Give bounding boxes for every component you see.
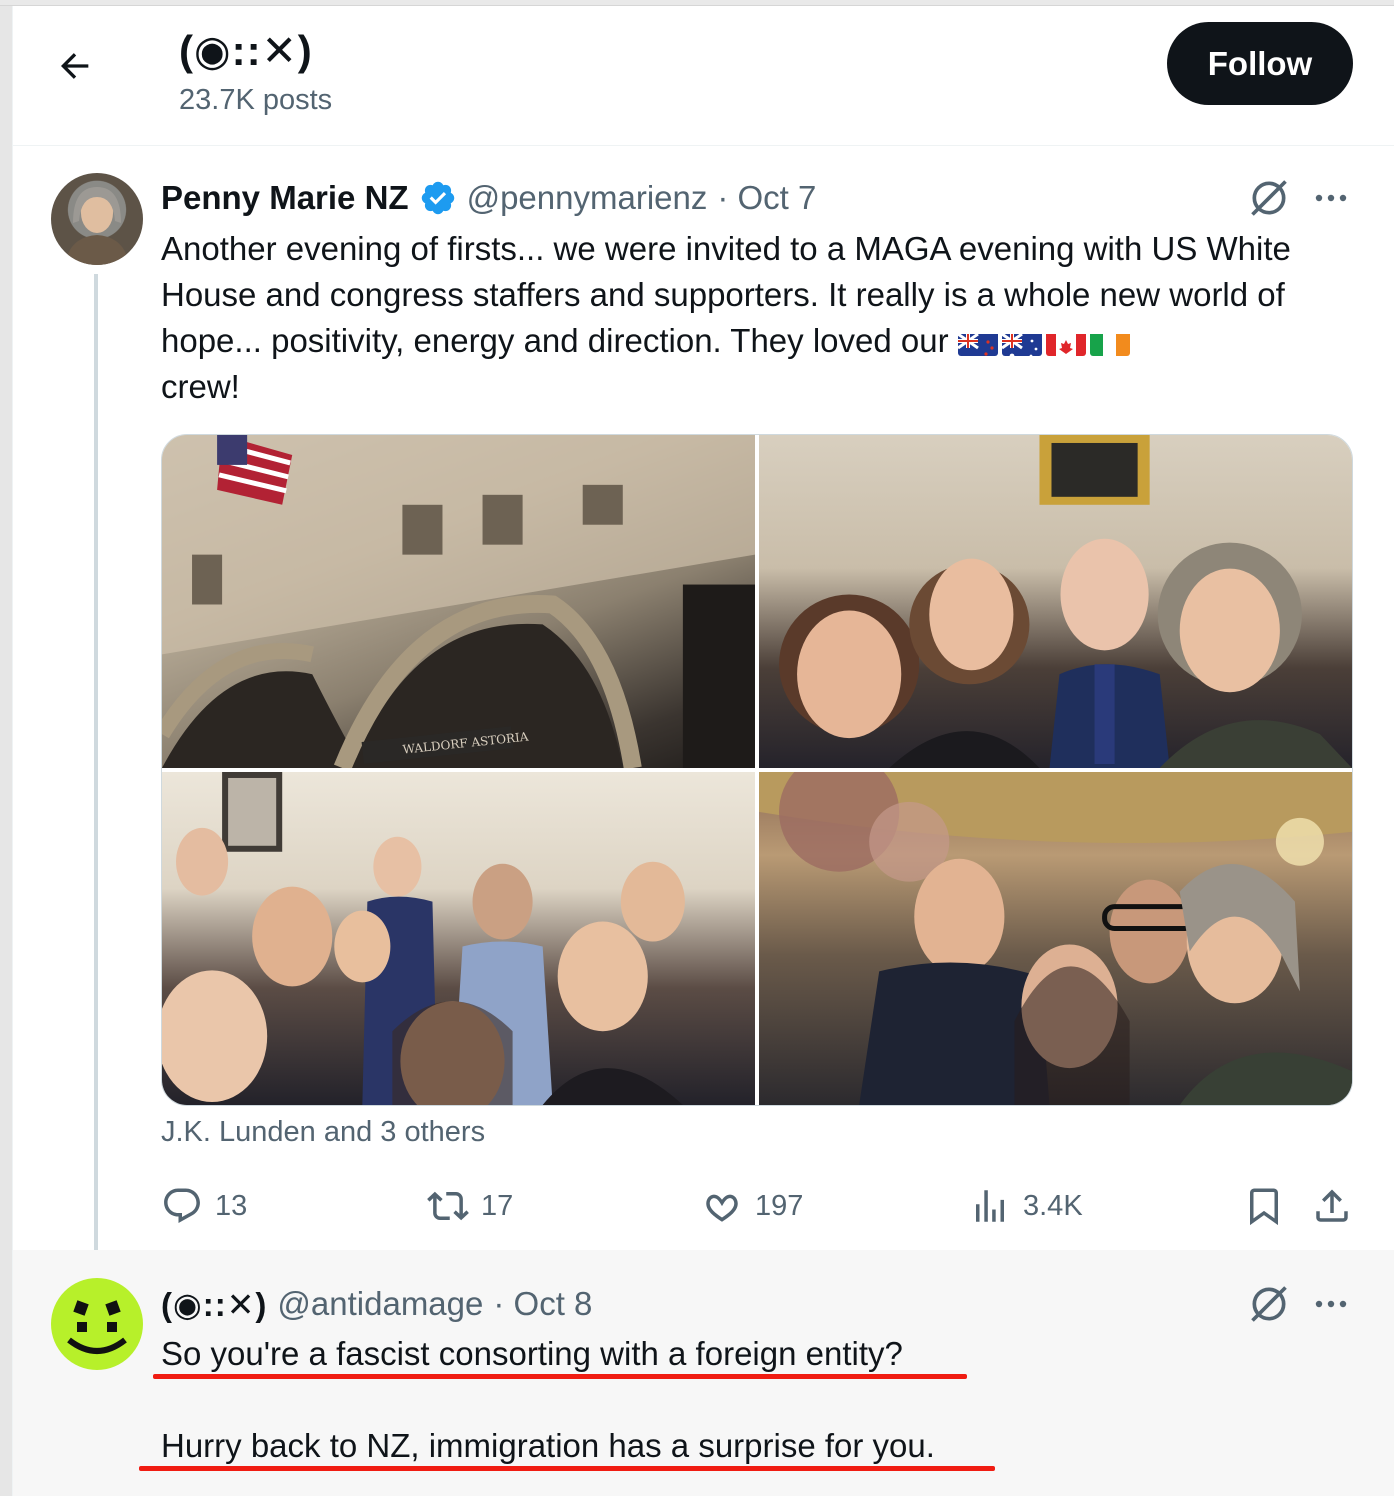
photo-group-3[interactable]	[759, 772, 1352, 1105]
reply-author-name[interactable]: (◉::✕)	[161, 1285, 267, 1324]
reply-author-handle[interactable]: @antidamage	[277, 1285, 483, 1323]
photo-group-1[interactable]	[759, 435, 1352, 768]
tweet-text-end: crew!	[161, 368, 240, 405]
flag-canada-icon	[1045, 328, 1086, 356]
author-name[interactable]: Penny Marie NZ	[161, 179, 409, 217]
posts-count: 23.7K posts	[179, 84, 333, 116]
reply-header: (◉::✕) @antidamage · Oct 8	[161, 1282, 592, 1326]
thread-connector-line	[94, 274, 98, 1270]
reply-author-avatar[interactable]	[51, 1278, 143, 1370]
group-photo-icon	[162, 772, 685, 1105]
liked-by-text[interactable]: J.K. Lunden and 3 others	[161, 1116, 485, 1149]
reply-date[interactable]: · Oct 8	[493, 1285, 592, 1323]
tweet-actions-bar: 13 17 197 3.4K	[161, 1180, 1353, 1232]
reply-more-options-button[interactable]	[1309, 1282, 1353, 1326]
photo-grid: WALDORF ASTORIA	[161, 434, 1353, 1106]
profile-header: (◉::✕) 23.7K posts Follow	[13, 6, 1394, 146]
share-button[interactable]	[1311, 1180, 1365, 1232]
heart-icon	[706, 1194, 738, 1222]
flag-ireland-icon	[1089, 328, 1130, 356]
reply-text-line-1: So you're a fascist consorting with a fo…	[161, 1335, 903, 1372]
grok-icon[interactable]	[1247, 1282, 1291, 1326]
timeline-frame: (◉::✕) 23.7K posts Follow Penny Marie NZ…	[12, 6, 1394, 1496]
tweet-text: Another evening of firsts... we were inv…	[161, 226, 1351, 410]
tweet-header: Penny Marie NZ @pennymarienz · Oct 7	[161, 176, 816, 220]
repost-button[interactable]: 17	[427, 1180, 513, 1232]
view-count: 3.4K	[1023, 1189, 1083, 1222]
repost-icon	[427, 1191, 469, 1221]
author-avatar[interactable]	[51, 173, 143, 265]
repost-count: 17	[481, 1189, 514, 1222]
flag-australia-icon	[1001, 328, 1042, 356]
flag-new-zealand-icon	[957, 328, 998, 356]
group-photo-icon	[759, 772, 1352, 1105]
analytics-icon	[976, 1190, 1004, 1222]
reply-count: 13	[215, 1189, 248, 1222]
more-options-button[interactable]	[1309, 176, 1353, 220]
more-dots-icon	[1315, 1300, 1347, 1308]
author-handle[interactable]: @pennymarienz	[467, 179, 708, 217]
profile-title: (◉::✕)	[179, 27, 313, 74]
reply-text-line-2: Hurry back to NZ, immigration has a surp…	[161, 1427, 935, 1464]
like-count: 197	[755, 1189, 804, 1222]
reply-button[interactable]: 13	[161, 1180, 247, 1232]
photo-group-2[interactable]	[162, 772, 755, 1105]
more-dots-icon	[1315, 194, 1347, 202]
views-button[interactable]: 3.4K	[969, 1180, 1083, 1232]
building-photo-icon: WALDORF ASTORIA	[162, 435, 755, 768]
share-icon	[1316, 1189, 1348, 1222]
like-button[interactable]: 197	[701, 1180, 803, 1232]
bookmark-icon	[1250, 1188, 1278, 1226]
tweet-date[interactable]: · Oct 7	[717, 179, 816, 217]
group-photo-icon	[779, 435, 1352, 768]
follow-button[interactable]: Follow	[1167, 22, 1353, 105]
back-button[interactable]	[51, 42, 99, 90]
red-underline-annotation	[153, 1374, 967, 1379]
arrow-left-icon	[61, 53, 89, 79]
photo-building[interactable]: WALDORF ASTORIA	[162, 435, 755, 768]
grok-icon[interactable]	[1247, 176, 1291, 220]
red-underline-annotation	[139, 1466, 995, 1471]
bookmark-button[interactable]	[1243, 1180, 1297, 1232]
reply-icon	[164, 1188, 200, 1223]
verified-badge-icon	[421, 181, 454, 215]
